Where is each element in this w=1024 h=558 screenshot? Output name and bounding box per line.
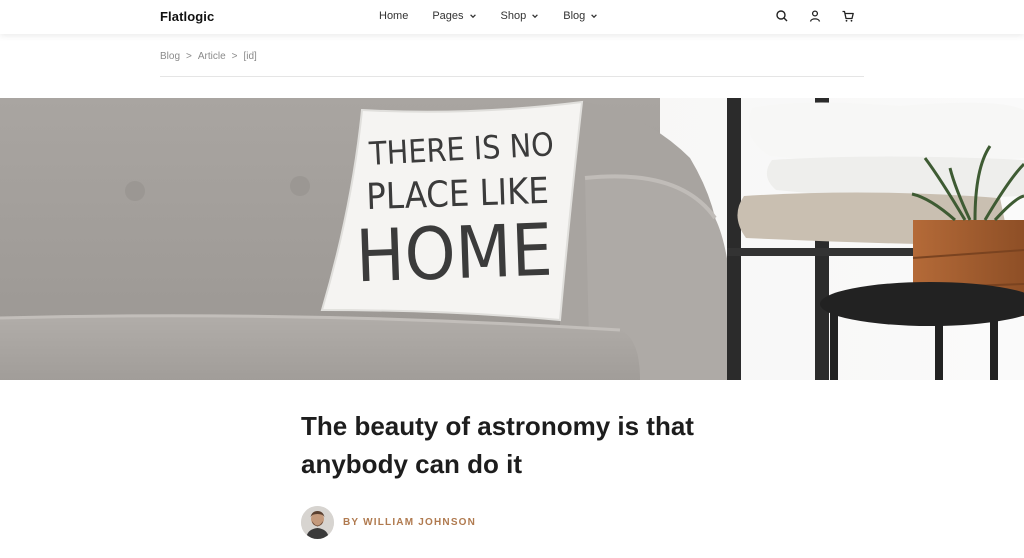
search-icon[interactable] bbox=[775, 9, 789, 23]
chevron-down-icon bbox=[591, 14, 598, 19]
breadcrumb-item-blog[interactable]: Blog bbox=[160, 51, 180, 62]
nav-item-label: Blog bbox=[563, 10, 586, 22]
chevron-down-icon bbox=[532, 14, 539, 19]
author-byline: BY WILLIAM JOHNSON bbox=[301, 506, 476, 539]
chevron-down-icon bbox=[469, 14, 476, 19]
author-name[interactable]: BY WILLIAM JOHNSON bbox=[343, 517, 476, 528]
article-title: The beauty of astronomy is that anybody … bbox=[301, 411, 694, 479]
breadcrumb-item-current: [id] bbox=[243, 51, 257, 62]
nav-item-label: Shop bbox=[500, 10, 527, 22]
header-actions bbox=[775, 9, 874, 23]
user-icon[interactable] bbox=[808, 9, 822, 23]
nav-item-shop[interactable]: Shop bbox=[501, 10, 540, 22]
main-nav: Home Pages Shop Blog bbox=[379, 10, 622, 22]
site-logo[interactable]: Flatlogic bbox=[160, 9, 214, 24]
hero-photo: THERE IS NO PLACE LIKE HOME bbox=[0, 98, 1024, 380]
author-avatar-image bbox=[301, 506, 334, 539]
breadcrumb-separator: > bbox=[231, 51, 238, 62]
divider bbox=[160, 76, 864, 77]
nav-item-label: Home bbox=[379, 10, 409, 22]
breadcrumb-item-article[interactable]: Article bbox=[198, 51, 226, 62]
top-navbar: Flatlogic Home Pages Shop Blog bbox=[0, 0, 1024, 34]
breadcrumb-separator: > bbox=[186, 51, 192, 62]
avatar bbox=[301, 506, 334, 539]
cart-icon[interactable] bbox=[841, 9, 855, 23]
nav-item-pages[interactable]: Pages bbox=[432, 10, 476, 22]
pillow-text-line-3: HOME bbox=[354, 208, 553, 299]
breadcrumb: Blog > Article > [id] bbox=[160, 51, 263, 62]
nav-item-blog[interactable]: Blog bbox=[563, 10, 598, 22]
hero-image: THERE IS NO PLACE LIKE HOME bbox=[0, 98, 1024, 380]
nav-item-label: Pages bbox=[432, 10, 464, 22]
nav-item-home[interactable]: Home bbox=[379, 10, 408, 22]
